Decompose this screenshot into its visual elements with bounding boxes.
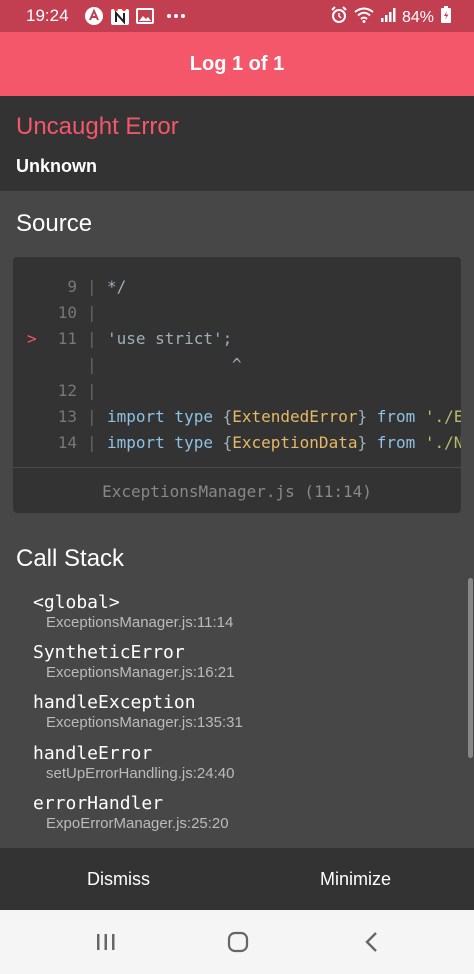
stack-frame-location: ExpoErrorManager.js:25:20	[46, 815, 229, 832]
line-divider: |	[87, 355, 97, 374]
stack-frame-location: ExceptionsManager.js:11:14	[46, 614, 234, 631]
stack-frame[interactable]: handleError setUpErrorHandling.js:24:40	[33, 743, 234, 782]
status-bar: 19:24 84%	[0, 0, 474, 32]
error-title: Uncaught Error	[16, 113, 179, 140]
code-text: */	[107, 277, 127, 296]
more-icon	[166, 6, 186, 26]
stack-frame[interactable]: handleException ExceptionsManager.js:135…	[33, 692, 243, 731]
line-divider: |	[87, 381, 97, 400]
stack-frame-location: ExceptionsManager.js:16:21	[46, 664, 235, 681]
error-message: Unknown	[16, 156, 97, 176]
stack-frame[interactable]: <global> ExceptionsManager.js:11:14	[33, 592, 233, 631]
stack-frame-location: ExceptionsManager.js:135:31	[46, 714, 243, 731]
system-nav-bar	[0, 910, 474, 974]
alarm-icon	[330, 6, 348, 29]
scrollbar[interactable]	[468, 578, 473, 758]
code-line: 9 | */	[13, 277, 461, 303]
battery-icon	[440, 6, 452, 29]
wifi-icon	[354, 7, 374, 28]
code-lines: 9 | */ 10 | > 11 | 'use strict'; | ^ 12 …	[13, 269, 461, 467]
code-line-highlighted: > 11 | 'use strict';	[13, 329, 461, 355]
minimize-button[interactable]: Minimize	[237, 848, 474, 910]
code-line: 10 |	[13, 303, 461, 329]
code-text: import type {ExtendedError} from './E	[107, 407, 461, 426]
status-time: 19:24	[26, 6, 69, 25]
image-icon	[136, 6, 154, 26]
line-divider: |	[87, 433, 97, 452]
action-bar: Dismiss Minimize	[0, 848, 474, 910]
stack-frame-function: handleException	[33, 692, 196, 713]
line-divider: |	[87, 329, 97, 348]
code-line-caret: | ^	[13, 355, 461, 381]
stack-frame[interactable]: SyntheticError ExceptionsManager.js:16:2…	[33, 642, 234, 681]
stack-frame-function: handleError	[33, 743, 153, 764]
log-counter-title: Log 1 of 1	[189, 52, 285, 75]
notification-a-icon	[84, 6, 104, 26]
line-divider: |	[87, 303, 97, 322]
code-line: 13 | import type {ExtendedError} from '.…	[13, 407, 461, 433]
code-line: 14 | import type {ExceptionData} from '.…	[13, 433, 461, 459]
line-divider: |	[87, 407, 97, 426]
code-line: 12 |	[13, 381, 461, 407]
battery-percent: 84%	[401, 8, 434, 26]
line-number: 11	[57, 329, 77, 348]
notification-n-icon	[110, 6, 130, 26]
recent-apps-icon[interactable]	[94, 930, 118, 954]
line-number: 12	[57, 381, 77, 400]
source-heading: Source	[16, 210, 93, 237]
log-header: Log 1 of 1	[0, 32, 474, 96]
stack-frame-function: SyntheticError	[33, 642, 185, 663]
stack-frame-function: <global>	[33, 592, 120, 613]
signal-icon	[380, 7, 396, 28]
stack-frame[interactable]: errorHandler ExpoErrorManager.js:25:20	[33, 793, 229, 832]
error-line-marker: >	[27, 329, 37, 348]
error-caret: ^	[232, 355, 242, 374]
call-stack-heading: Call Stack	[16, 545, 125, 572]
line-number: 14	[57, 433, 77, 452]
code-text: 'use strict';	[107, 329, 233, 348]
line-number: 10	[57, 303, 77, 322]
source-file-location: ExceptionsManager.js (11:14)	[102, 482, 372, 501]
home-icon[interactable]	[226, 930, 250, 954]
code-divider	[13, 467, 461, 468]
code-text: import type {ExceptionData} from './N	[107, 433, 461, 452]
code-frame: 9 | */ 10 | > 11 | 'use strict'; | ^ 12 …	[13, 257, 461, 513]
line-number: 9	[67, 277, 77, 296]
stack-frame-function: errorHandler	[33, 793, 164, 814]
line-divider: |	[87, 277, 97, 296]
dismiss-button[interactable]: Dismiss	[0, 848, 237, 910]
line-number: 13	[57, 407, 77, 426]
stack-frame-location: setUpErrorHandling.js:24:40	[46, 765, 235, 782]
back-icon[interactable]	[360, 930, 384, 954]
